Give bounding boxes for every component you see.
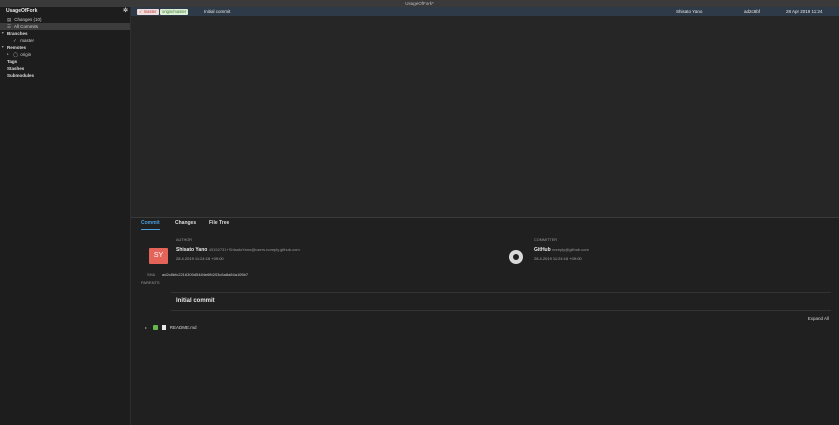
file-icon (161, 325, 166, 331)
sidebar: UsageOfFork ✲ ▤ Changes (10) ☰ All Commi… (0, 7, 131, 425)
divider (171, 292, 831, 293)
commit-list: ✓ master origin/master Initial commit Sh… (131, 7, 839, 217)
sidebar-section-stashes[interactable]: Stashes (0, 65, 130, 72)
sha-label: SHA (147, 272, 156, 277)
author-label: AUTHOR (176, 238, 193, 242)
committer-email: noreply@github.com (552, 247, 589, 252)
sidebar-item-all-commits[interactable]: ☰ All Commits (0, 23, 130, 30)
sidebar-item-label: All Commits (14, 24, 39, 29)
tab-file-tree[interactable]: File Tree (209, 218, 229, 230)
sidebar-section-submodules[interactable]: Submodules (0, 72, 130, 79)
gear-icon[interactable]: ✲ (123, 7, 128, 16)
committer-name-text: GitHub (534, 247, 551, 253)
commit-row[interactable]: ✓ master origin/master Initial commit Sh… (131, 7, 839, 16)
author-date: 28.4.2019 11:24:16 +09:00 (176, 256, 224, 261)
sidebar-section-branches[interactable]: ▼ Branches (0, 30, 130, 37)
file-name: README.md (169, 325, 197, 330)
changes-icon: ▤ (7, 17, 12, 22)
commit-details-panel: Commit Changes File Tree AUTHOR SY Shisa… (131, 217, 839, 425)
chevron-right-icon[interactable]: ▸ (7, 51, 9, 58)
file-row[interactable]: ▸ README.md (145, 324, 197, 332)
window-title: UsageOfFork* (0, 0, 839, 7)
branch-label: master (20, 38, 35, 43)
chevron-right-icon[interactable]: ▸ (145, 324, 152, 332)
branch-tag-origin-master[interactable]: origin/master (160, 8, 189, 15)
section-label: Branches (7, 31, 28, 36)
sidebar-item-branch-master[interactable]: ✓ master (0, 37, 130, 44)
tab-changes[interactable]: Changes (175, 218, 196, 230)
section-label: Submodules (7, 73, 35, 78)
committer-name[interactable]: GitHub noreply@github.com (534, 247, 589, 253)
branch-tag-master[interactable]: ✓ master (137, 8, 159, 15)
details-tabs: Commit Changes File Tree (131, 218, 839, 230)
section-label: Stashes (7, 66, 25, 71)
section-label: Tags (7, 59, 18, 64)
committer-label: COMMITTER (534, 238, 557, 242)
check-icon: ✓ (13, 38, 17, 43)
divider (171, 310, 831, 311)
parents-label: PARENTS (141, 280, 160, 285)
commit-message: Initial commit (204, 9, 231, 14)
sidebar-section-tags[interactable]: Tags (0, 58, 130, 65)
sha-value[interactable]: ad2c8bfc2216300d5484e6fb203c6a8a54a105b7 (162, 272, 248, 277)
committer-date: 28.4.2019 11:24:16 +09:00 (534, 256, 582, 261)
author-name-text: Shisato Yano (176, 247, 208, 253)
repo-name: UsageOfFork (6, 8, 38, 14)
commit-date: 28 Apr 2019 11:24 (786, 9, 823, 14)
tag-label: origin/master (162, 8, 187, 14)
repo-header[interactable]: UsageOfFork ✲ (0, 7, 130, 16)
sidebar-item-remote-origin[interactable]: ▸ ◯ origin (0, 51, 130, 58)
avatar: SY (149, 248, 168, 264)
sidebar-item-label: Changes (10) (14, 17, 42, 22)
commit-author: Shisato Yano (676, 9, 703, 14)
commit-message-title: Initial commit (176, 298, 215, 304)
commit-sha: ad2c8bf (744, 9, 761, 14)
tab-commit[interactable]: Commit (141, 218, 160, 230)
author-email: 43152731+ShisatoYano@users.noreply.githu… (208, 247, 300, 252)
sidebar-section-remotes[interactable]: ▼ Remotes (0, 44, 130, 51)
author-name[interactable]: Shisato Yano 43152731+ShisatoYano@users.… (176, 247, 300, 253)
expand-all-button[interactable]: Expand All (808, 316, 829, 321)
section-label: Remotes (7, 45, 27, 50)
commits-icon: ☰ (7, 24, 12, 29)
remote-label: origin (20, 52, 32, 57)
github-icon: ◯ (13, 52, 19, 57)
sidebar-item-changes[interactable]: ▤ Changes (10) (0, 16, 130, 23)
github-icon (509, 250, 523, 264)
tag-label: master (143, 8, 157, 14)
chevron-down-icon[interactable]: ▼ (1, 44, 4, 51)
chevron-down-icon[interactable]: ▼ (1, 30, 4, 37)
added-status-icon (153, 325, 159, 331)
